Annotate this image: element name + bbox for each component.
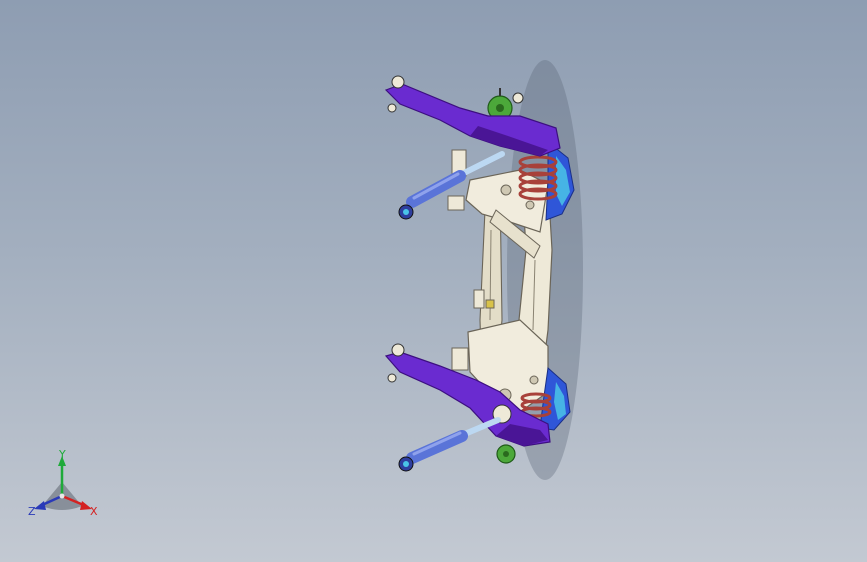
subframe-bolt <box>500 184 512 196</box>
lower-hub-center <box>503 451 509 457</box>
reference-triad[interactable]: Y X Z <box>22 448 106 524</box>
triad-x-label: X <box>90 505 98 518</box>
upper-arm-bushing <box>512 92 524 104</box>
subframe-bracket <box>485 299 495 309</box>
lower-arm-bushing <box>391 343 405 357</box>
triad-z-label: Z <box>28 505 36 518</box>
graphics-viewport[interactable]: Y X Z <box>0 0 867 562</box>
subframe-bracket <box>473 289 485 309</box>
subframe-bolt <box>529 375 539 385</box>
lower-arm-bushing <box>387 373 397 383</box>
upper-shock-eye-inner <box>403 209 409 215</box>
subframe-bracket <box>447 195 465 211</box>
lower-shock-absorber[interactable] <box>398 417 501 472</box>
upper-arm-bushing <box>391 75 405 89</box>
subframe-bracket <box>451 347 469 371</box>
lower-shock-eye-inner <box>403 461 409 467</box>
triad-y-label: Y <box>59 448 66 461</box>
upper-hub-center <box>496 104 504 112</box>
upper-arm-bushing <box>387 103 397 113</box>
triad-origin <box>59 493 65 499</box>
lower-shock-body <box>406 430 468 464</box>
subframe-bolt <box>525 200 535 210</box>
suspension-assembly-model[interactable] <box>0 0 867 562</box>
